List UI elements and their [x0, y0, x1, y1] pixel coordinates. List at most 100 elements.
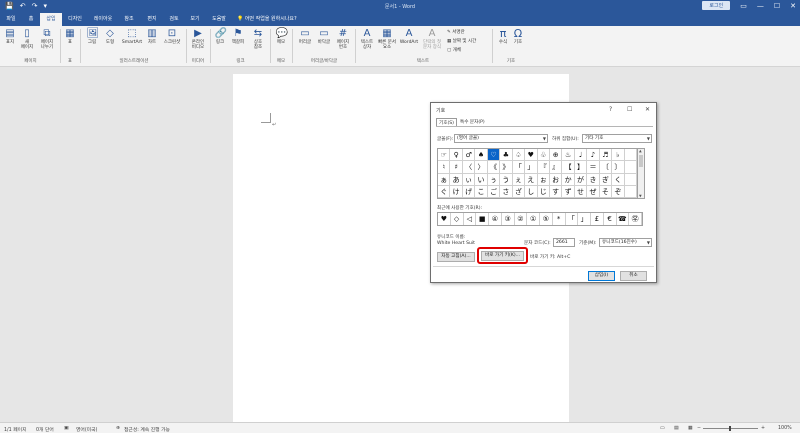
symbol-cell[interactable]: ぐ [438, 185, 451, 198]
symbol-cell[interactable]: ♬ [599, 149, 613, 162]
tab-view[interactable]: 보기 [186, 13, 204, 26]
symbol-cell[interactable]: い [475, 173, 488, 186]
recent-symbol-cell[interactable]: ◇ [451, 213, 464, 225]
symbol-cell[interactable]: ♀ [450, 149, 463, 162]
recent-symbol-cell[interactable]: ③ [502, 213, 515, 225]
recent-symbol-cell[interactable]: 」 [578, 213, 591, 225]
insert-button[interactable]: 삽입(I) [588, 271, 615, 281]
screenshot-button[interactable]: ⊡ 스크린샷 [160, 28, 184, 45]
symbol-cell[interactable]: 〈 [462, 161, 476, 174]
recent-symbol-cell[interactable]: ⑤ [540, 213, 553, 225]
font-select[interactable]: (영어 글꼴) ▼ [454, 134, 548, 143]
symbol-cell[interactable]: 》 [500, 161, 513, 174]
tab-layout[interactable]: 레이아웃 [90, 13, 116, 26]
tab-review[interactable]: 검토 [164, 13, 184, 26]
shapes-button[interactable]: ◇ 도형 [102, 28, 118, 45]
symbol-cell[interactable]: 【 [562, 161, 575, 174]
text-box-button[interactable]: A 텍스트 상자 [358, 28, 376, 50]
symbol-cell[interactable]: ぜ [587, 185, 600, 198]
date-time-button[interactable]: ▦ 날짜 및 시간 [447, 38, 476, 44]
equation-button[interactable]: π 수식 [496, 28, 510, 45]
page-break-button[interactable]: ⧉ 페이지 나누기 [37, 28, 57, 50]
symbol-cell[interactable] [624, 149, 637, 162]
symbol-cell[interactable]: こ [475, 185, 488, 198]
symbol-cell[interactable]: ご [487, 185, 501, 198]
maximize-icon[interactable]: ☐ [627, 106, 632, 113]
subset-select[interactable]: 기타 기호 ▼ [582, 134, 652, 143]
scroll-thumb[interactable] [639, 155, 643, 167]
recent-symbol-cell[interactable]: € [604, 213, 617, 225]
symbol-button[interactable]: Ω 기호 [511, 28, 525, 45]
recent-symbol-cell[interactable]: ② [515, 213, 528, 225]
symbol-cell[interactable]: ♨ [562, 149, 575, 162]
tab-mailings[interactable]: 편지 [142, 13, 162, 26]
symbol-cell[interactable]: が [574, 173, 588, 186]
autocorrect-button[interactable]: 자동 고침(A)... [437, 252, 475, 262]
scroll-down-icon[interactable]: ▼ [639, 194, 642, 198]
symbol-cell[interactable]: ♮ [438, 161, 451, 174]
recent-symbol-cell[interactable]: * [553, 213, 566, 225]
symbol-cell[interactable]: ♂ [462, 149, 476, 162]
chart-button[interactable]: ▥ 차트 [145, 28, 159, 45]
from-select[interactable]: 유니코드(16진수) ▼ [599, 238, 652, 247]
symbol-cell[interactable]: ♧ [537, 149, 550, 162]
zoom-in-icon[interactable]: + [761, 426, 765, 431]
maximize-icon[interactable]: ☐ [774, 2, 780, 10]
recent-symbol-cell[interactable]: ■ [476, 213, 489, 225]
symbol-cell[interactable]: げ [462, 185, 476, 198]
symbol-cell[interactable]: 』 [549, 161, 563, 174]
symbol-cell[interactable]: あ [450, 173, 463, 186]
print-layout-icon[interactable]: ▤ [674, 426, 679, 431]
symbol-cell[interactable]: ＝ [587, 161, 600, 174]
symbol-cell[interactable]: ♪ [587, 149, 600, 162]
tab-file[interactable]: 파일 [2, 13, 20, 26]
symbol-cell[interactable]: 《 [487, 161, 501, 174]
symbol-cell[interactable]: 『 [537, 161, 550, 174]
symbol-cell[interactable]: ♤ [512, 149, 526, 162]
page-number-button[interactable]: # 페이지 번호 [334, 28, 352, 50]
bookmark-button[interactable]: ⚑ 책갈피 [229, 28, 247, 45]
cancel-button[interactable]: 취소 [620, 271, 647, 281]
cross-reference-button[interactable]: ⇆ 상호 참조 [249, 28, 267, 50]
ribbon-display-icon[interactable]: ▭ [740, 2, 747, 10]
login-button[interactable]: 로그인 [702, 1, 731, 10]
tab-references[interactable]: 참조 [119, 13, 139, 26]
symbol-cell[interactable]: 」 [525, 161, 538, 174]
symbol-cell[interactable]: き [587, 173, 600, 186]
recent-symbol-cell[interactable]: ① [527, 213, 540, 225]
symbol-cell[interactable]: 〔 [599, 161, 613, 174]
table-button[interactable]: ▦ 표 [63, 28, 77, 45]
focus-mode-icon[interactable]: ▭ [660, 426, 665, 431]
symbol-cell[interactable]: 〕 [612, 161, 625, 174]
symbol-cell[interactable]: そ [599, 185, 613, 198]
symbol-cell[interactable]: さ [500, 185, 513, 198]
symbol-cell[interactable]: え [525, 173, 538, 186]
symbol-cell[interactable]: ♯ [450, 161, 463, 174]
signature-line-button[interactable]: ✎ 서명란 [447, 29, 465, 35]
tab-design[interactable]: 디자인 [64, 13, 86, 26]
symbol-cell[interactable]: 「 [512, 161, 526, 174]
recent-symbol-cell[interactable]: ☎ [617, 213, 630, 225]
tab-special-characters[interactable]: 특수 문자(P) [458, 118, 487, 126]
symbol-cell[interactable]: 〉 [475, 161, 488, 174]
footer-button[interactable]: ▭ 바닥글 [315, 28, 333, 45]
symbol-cell[interactable]: ず [562, 185, 575, 198]
blank-page-button[interactable]: ▯ 새 페이지 [19, 28, 35, 50]
tab-home[interactable]: 홈 [24, 13, 38, 26]
symbol-cell[interactable]: ぎ [599, 173, 613, 186]
link-button[interactable]: 🔗 링크 [213, 28, 227, 45]
symbol-cell[interactable] [624, 161, 637, 174]
web-layout-icon[interactable]: ▦ [688, 426, 693, 431]
object-button[interactable]: ▢ 개체 [447, 47, 461, 53]
close-icon[interactable]: ✕ [790, 2, 796, 10]
cover-page-button[interactable]: ▤ 표지 [3, 28, 17, 45]
symbol-cell[interactable]: す [549, 185, 563, 198]
word-count[interactable]: 0개 단어 [36, 426, 54, 433]
scroll-up-icon[interactable]: ▲ [639, 149, 642, 153]
symbol-cell[interactable]: う [500, 173, 513, 186]
symbol-cell[interactable]: ☞ [438, 149, 451, 162]
symbol-cell[interactable]: ぇ [512, 173, 526, 186]
zoom-out-icon[interactable]: − [697, 426, 701, 431]
accessibility-status[interactable]: 접근성: 계속 진행 가능 [124, 426, 170, 433]
accessibility-icon[interactable]: ⊕ [116, 426, 120, 431]
